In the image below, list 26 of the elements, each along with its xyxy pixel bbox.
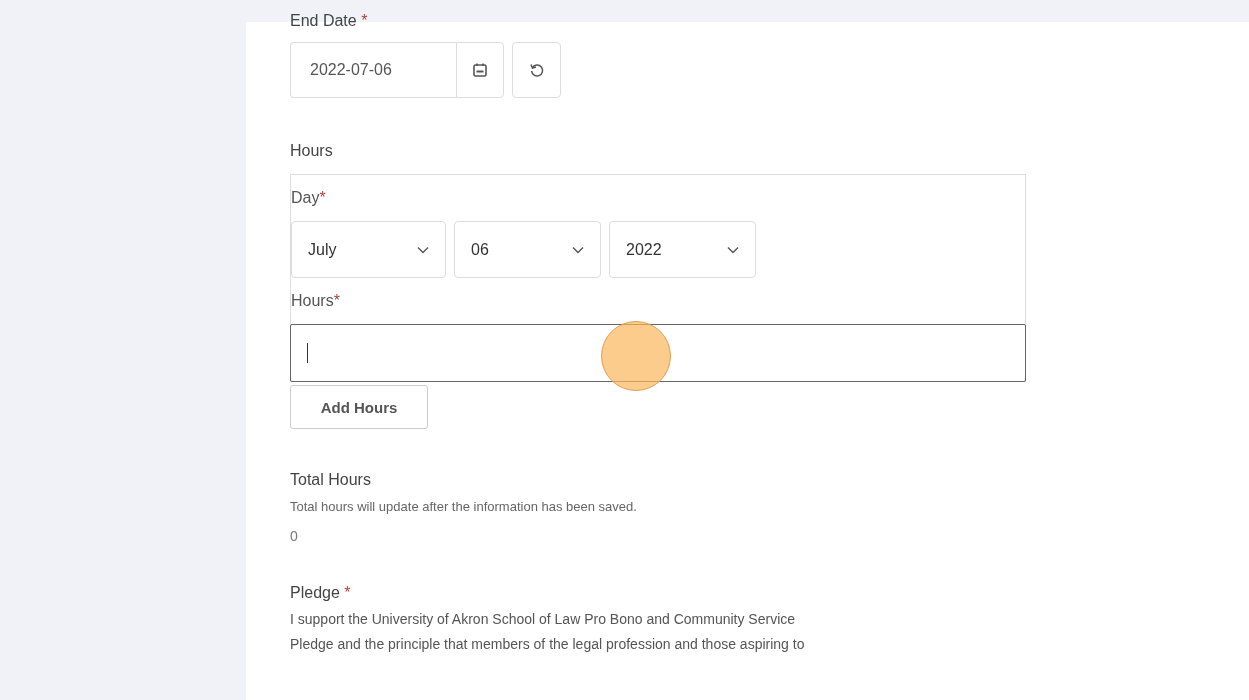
required-mark: * xyxy=(344,584,351,601)
reset-icon xyxy=(528,62,545,78)
chevron-down-icon xyxy=(727,245,739,254)
dropdown[interactable]: 06 xyxy=(454,221,601,278)
pledge-text: Pledge and the principle that members of the legal profession and those aspiring to xyxy=(290,636,806,652)
calendar-icon xyxy=(472,62,488,78)
add-hours-button[interactable]: Add Hours xyxy=(290,385,428,429)
field-label: Pledge xyxy=(290,584,340,601)
field-label: End Date xyxy=(290,12,357,29)
dropdown[interactable]: July xyxy=(291,221,446,278)
required-mark: * xyxy=(319,189,326,206)
pledge-text: I support the University of Akron School of Law Pro Bono and Community Service xyxy=(290,611,797,627)
dropdown[interactable]: 2022 xyxy=(609,221,756,278)
required-mark: * xyxy=(361,12,368,29)
reset-button[interactable] xyxy=(512,42,561,98)
calendar-button[interactable] xyxy=(456,42,504,98)
field-label: Hours xyxy=(291,292,334,309)
total-value: 0 xyxy=(290,528,299,544)
field-label: Day xyxy=(291,189,320,206)
section-title: Total Hours xyxy=(290,471,372,489)
chevron-down-icon xyxy=(417,245,429,254)
section-title: Hours xyxy=(290,142,334,160)
help-text: Total hours will update after the information has been saved. xyxy=(290,499,638,514)
chevron-down-icon xyxy=(572,245,584,254)
hours-input[interactable] xyxy=(290,324,1026,382)
required-mark: * xyxy=(333,292,340,309)
